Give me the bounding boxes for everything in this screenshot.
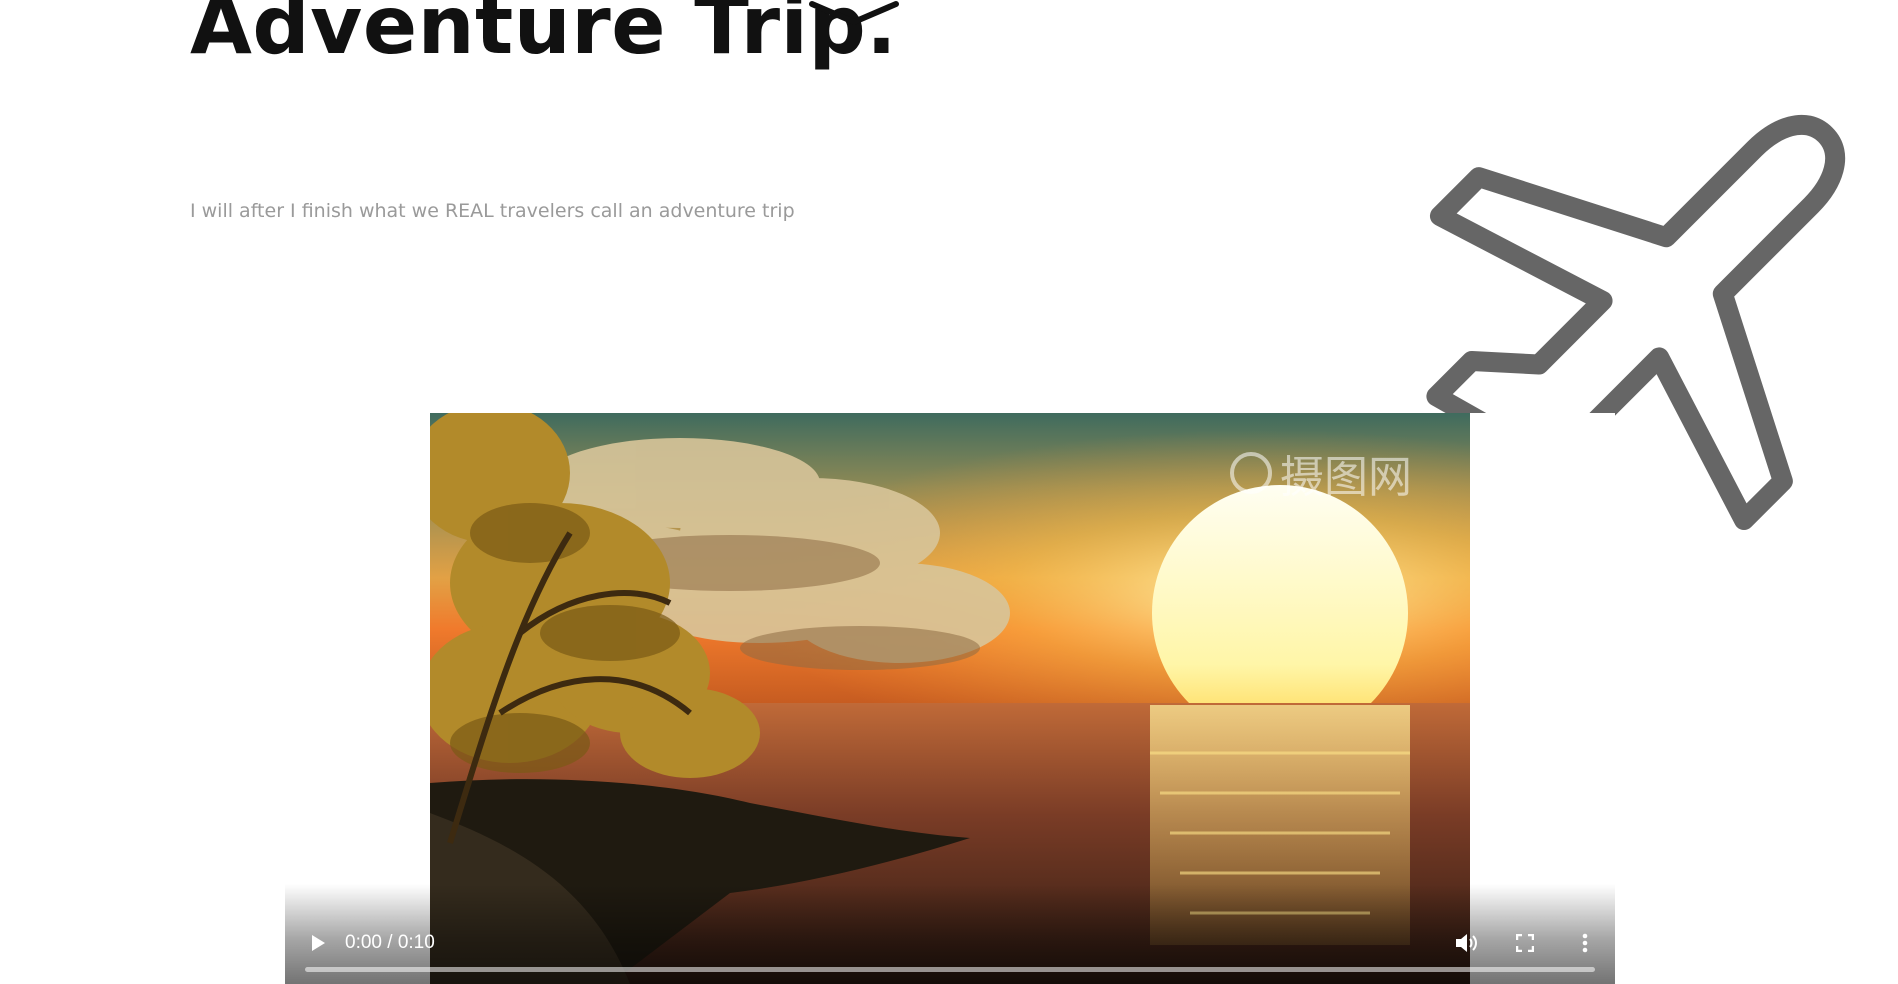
watermark: 摄图网 (1230, 441, 1412, 505)
more-vertical-icon (1582, 933, 1588, 953)
video-controls: 0:00 / 0:10 (285, 884, 1615, 984)
page-title: Adventure Trip. (190, 0, 898, 72)
chevron-down-icon[interactable] (808, 0, 900, 28)
time-display: 0:00 / 0:10 (345, 932, 435, 953)
page-subtitle: I will after I finish what we REAL trave… (190, 200, 795, 222)
fullscreen-button[interactable] (1510, 928, 1540, 958)
watermark-text: 摄图网 (1280, 452, 1412, 503)
play-icon (312, 935, 325, 951)
play-button[interactable] (303, 928, 333, 958)
watermark-logo-icon (1230, 452, 1272, 494)
more-options-button[interactable] (1570, 928, 1600, 958)
page: Adventure Trip. I will after I finish wh… (0, 0, 1898, 984)
video-progress-bar[interactable] (305, 967, 1595, 972)
video-player[interactable]: 摄图网 0:00 / 0:10 (285, 413, 1615, 984)
volume-button[interactable] (1450, 928, 1484, 958)
volume-icon (1456, 934, 1477, 952)
fullscreen-icon (1516, 934, 1534, 952)
